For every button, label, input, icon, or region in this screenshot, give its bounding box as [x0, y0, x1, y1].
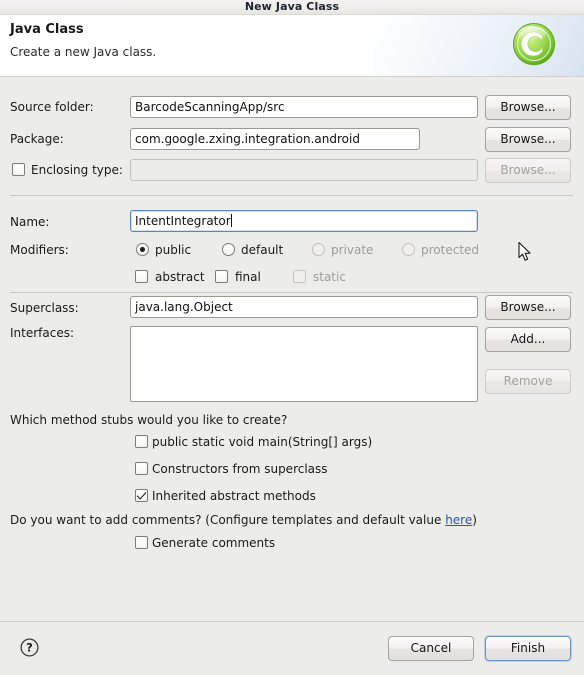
enclosing-type-checkbox[interactable] [12, 163, 25, 176]
finish-button[interactable]: Finish [485, 636, 571, 661]
page-title: Java Class [10, 22, 84, 37]
source-folder-label: Source folder: [10, 100, 94, 114]
modifier-radio-private [312, 243, 325, 256]
modifier-label-default: default [241, 243, 284, 257]
window-title: New Java Class [244, 0, 340, 13]
enclosing-type-input [130, 159, 478, 181]
footer-separator [0, 621, 584, 622]
java-class-icon [513, 23, 555, 66]
generate-comments-checkbox[interactable] [135, 536, 148, 549]
configure-templates-link[interactable]: here [445, 513, 472, 527]
method-stub-label-inherited: Inherited abstract methods [152, 489, 316, 503]
modifier-label-abstract: abstract [155, 270, 205, 284]
modifier-radio-default[interactable] [222, 243, 235, 256]
modifier-radio-public[interactable] [136, 243, 149, 256]
name-input[interactable]: IntentIntegrator [130, 210, 478, 232]
superclass-browse-button[interactable]: Browse... [485, 295, 571, 320]
comments-question: Do you want to add comments? (Configure … [10, 513, 477, 527]
name-input-value: IntentIntegrator [135, 214, 231, 228]
separator-top-group [10, 195, 573, 196]
method-stub-checkbox-main[interactable] [135, 435, 148, 448]
modifier-checkbox-final[interactable] [215, 270, 228, 283]
interfaces-label: Interfaces: [10, 326, 75, 340]
enclosing-type-browse-button: Browse... [485, 158, 571, 183]
modifier-label-static: static [313, 270, 346, 284]
modifiers-label: Modifiers: [10, 243, 69, 257]
source-folder-browse-button[interactable]: Browse... [485, 95, 571, 120]
method-stub-checkbox-inherited[interactable] [135, 489, 148, 502]
svg-text:?: ? [26, 641, 33, 655]
modifier-checkbox-static [293, 270, 306, 283]
interfaces-list[interactable] [130, 326, 478, 402]
superclass-input[interactable]: java.lang.Object [130, 296, 478, 318]
cancel-button[interactable]: Cancel [388, 636, 474, 661]
method-stub-checkbox-constructors[interactable] [135, 462, 148, 475]
window-titlebar: New Java Class [0, 0, 584, 15]
method-stub-label-constructors: Constructors from superclass [152, 462, 328, 476]
modifier-radio-protected [402, 243, 415, 256]
method-stubs-question: Which method stubs would you like to cre… [10, 413, 288, 427]
method-stub-label-main: public static void main(String[] args) [152, 435, 373, 449]
page-subtitle: Create a new Java class. [10, 45, 157, 59]
modifier-label-public: public [155, 243, 192, 257]
package-label: Package: [10, 132, 64, 146]
modifier-label-protected: protected [421, 243, 480, 257]
generate-comments-label: Generate comments [152, 536, 276, 550]
dialog-header: Java Class Create a new Java class. [0, 15, 584, 77]
name-label: Name: [10, 215, 50, 229]
separator-modifiers [10, 292, 573, 293]
modifier-checkbox-abstract[interactable] [135, 270, 148, 283]
interfaces-add-button[interactable]: Add... [485, 327, 571, 352]
package-browse-button[interactable]: Browse... [485, 127, 571, 152]
mouse-pointer-cursor [518, 242, 531, 261]
comments-question-suffix: ) [472, 513, 477, 527]
interfaces-remove-button: Remove [485, 369, 571, 394]
source-folder-input[interactable]: BarcodeScanningApp/src [130, 96, 478, 118]
modifier-label-private: private [331, 243, 374, 257]
package-input[interactable]: com.google.zxing.integration.android [130, 128, 420, 150]
comments-question-prefix: Do you want to add comments? (Configure … [10, 513, 446, 527]
modifier-label-final: final [235, 270, 261, 284]
text-caret [230, 214, 232, 227]
enclosing-type-label: Enclosing type: [31, 163, 123, 177]
new-java-class-dialog: New Java Class Java Class Create a new J… [0, 0, 584, 675]
superclass-label: Superclass: [10, 301, 79, 315]
help-icon[interactable]: ? [20, 638, 39, 657]
